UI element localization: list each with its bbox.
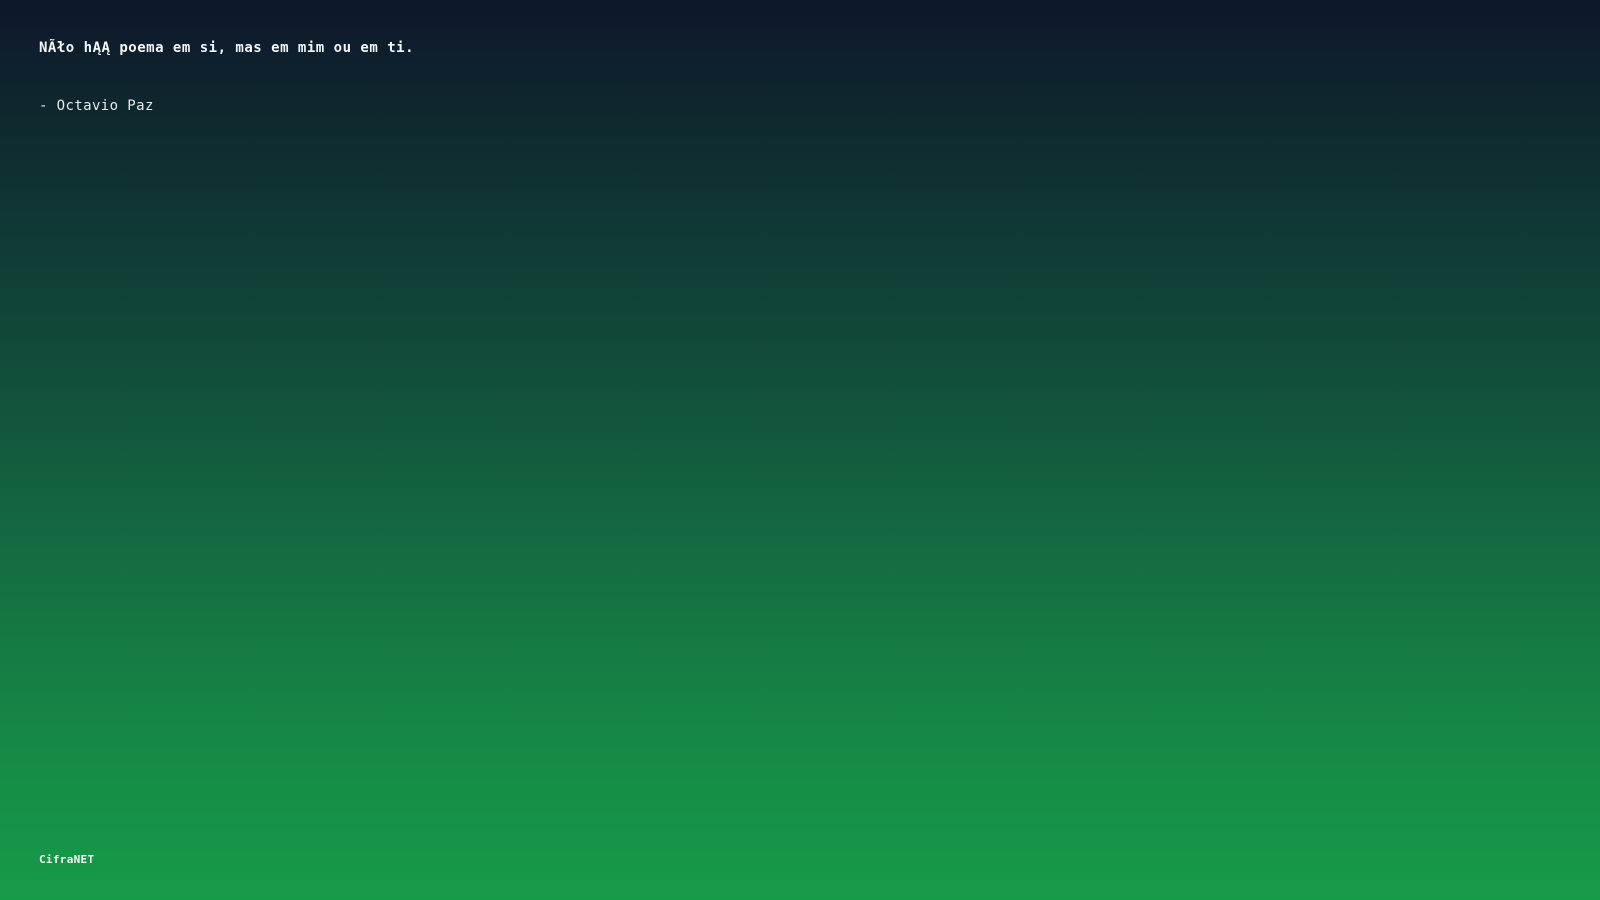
brand-label: CifraNET [39,853,95,866]
quote-text: NÃło hĄĄ poema em si, mas em mim ou em t… [39,40,415,56]
quote-block: NÃło hĄĄ poema em si, mas em mim ou em t… [39,38,739,116]
quote-author: - Octavio Paz [39,98,154,114]
